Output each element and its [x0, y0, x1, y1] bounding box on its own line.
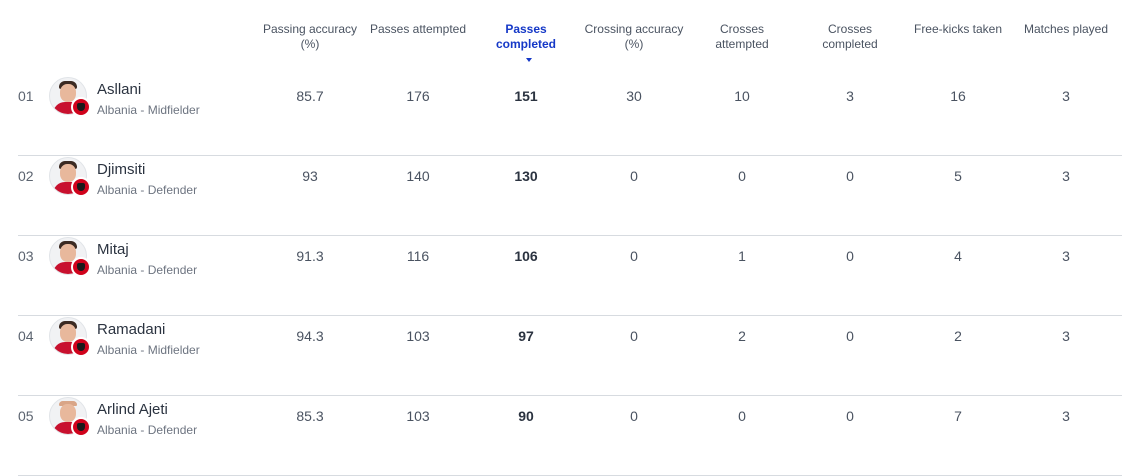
stat-crosses-attempted: 1 — [738, 248, 746, 264]
table-row[interactable]: 03 Mitaj Albania - Defender 91.3 116 106… — [18, 235, 1122, 316]
stat-passes-completed: 130 — [514, 168, 538, 184]
stat-passes-completed: 97 — [518, 328, 534, 344]
stat-matches-played: 3 — [1062, 88, 1070, 104]
stat-matches-played: 3 — [1062, 248, 1070, 264]
table-row[interactable]: 05 Arlind Ajeti Albania - Defender 85.3 … — [18, 395, 1122, 476]
column-header-crossing-accuracy[interactable]: Crossing accuracy (%) — [584, 22, 684, 52]
stat-passing-accuracy: 94.3 — [296, 328, 324, 344]
player-name[interactable]: Asllani — [97, 81, 141, 98]
rank-number: 05 — [18, 408, 34, 424]
column-header-passing-accuracy[interactable]: Passing accuracy (%) — [260, 22, 360, 52]
stat-crosses-attempted: 10 — [734, 88, 750, 104]
table-header: Passing accuracy (%) Passes attempted Pa… — [0, 0, 1144, 70]
column-header-free-kicks-taken[interactable]: Free-kicks taken — [908, 22, 1008, 37]
stat-crosses-attempted: 0 — [738, 408, 746, 424]
stat-crosses-completed: 3 — [846, 88, 854, 104]
stat-matches-played: 3 — [1062, 328, 1070, 344]
albania-flag-icon — [71, 257, 91, 277]
rank-number: 04 — [18, 328, 34, 344]
stat-crosses-attempted: 2 — [738, 328, 746, 344]
stat-matches-played: 3 — [1062, 408, 1070, 424]
stat-passes-attempted: 176 — [406, 88, 430, 104]
column-header-passes-completed[interactable]: Passes completed — [476, 22, 576, 67]
stat-passes-attempted: 103 — [406, 408, 430, 424]
stat-crosses-completed: 0 — [846, 248, 854, 264]
sort-descending-icon — [526, 57, 532, 62]
rank-number: 02 — [18, 168, 34, 184]
column-header-crosses-attempted[interactable]: Crosses attempted — [692, 22, 792, 52]
player-name[interactable]: Ramadani — [97, 321, 165, 338]
stat-crossing-accuracy: 30 — [626, 88, 642, 104]
stat-passing-accuracy: 91.3 — [296, 248, 324, 264]
stat-free-kicks-taken: 5 — [954, 168, 962, 184]
stat-passes-completed: 106 — [514, 248, 538, 264]
player-name[interactable]: Arlind Ajeti — [97, 401, 168, 418]
stat-matches-played: 3 — [1062, 168, 1070, 184]
stat-crossing-accuracy: 0 — [630, 328, 638, 344]
player-detail: Albania - Defender — [97, 263, 198, 277]
stat-crossing-accuracy: 0 — [630, 248, 638, 264]
stat-free-kicks-taken: 16 — [950, 88, 966, 104]
stat-free-kicks-taken: 2 — [954, 328, 962, 344]
table-row[interactable]: 02 Djimsiti Albania - Defender 93 140 13… — [18, 155, 1122, 236]
stat-crossing-accuracy: 0 — [630, 408, 638, 424]
stats-table: Passing accuracy (%) Passes attempted Pa… — [0, 0, 1144, 476]
player-detail: Albania - Midfielder — [97, 103, 200, 117]
table-row[interactable]: 04 Ramadani Albania - Midfielder 94.3 10… — [18, 315, 1122, 396]
stat-passes-completed: 90 — [518, 408, 534, 424]
stat-passing-accuracy: 85.3 — [296, 408, 324, 424]
albania-flag-icon — [71, 417, 91, 437]
stat-crosses-completed: 0 — [846, 408, 854, 424]
player-detail: Albania - Midfielder — [97, 343, 200, 357]
stat-passes-completed: 151 — [514, 88, 538, 104]
albania-flag-icon — [71, 177, 91, 197]
table-row[interactable]: 01 Asllani Albania - Midfielder 85.7 176… — [18, 75, 1122, 156]
player-name[interactable]: Mitaj — [97, 241, 129, 258]
stat-crosses-attempted: 0 — [738, 168, 746, 184]
albania-flag-icon — [71, 337, 91, 357]
column-header-crosses-completed[interactable]: Crosses completed — [800, 22, 900, 52]
stat-passing-accuracy: 85.7 — [296, 88, 324, 104]
stat-passes-attempted: 116 — [406, 248, 430, 264]
rank-number: 01 — [18, 88, 34, 104]
player-detail: Albania - Defender — [97, 423, 198, 437]
column-header-passes-attempted[interactable]: Passes attempted — [368, 22, 468, 37]
column-header-matches-played[interactable]: Matches played — [1016, 22, 1116, 37]
player-name[interactable]: Djimsiti — [97, 161, 145, 178]
stat-passes-attempted: 140 — [406, 168, 430, 184]
stat-free-kicks-taken: 4 — [954, 248, 962, 264]
albania-flag-icon — [71, 97, 91, 117]
stat-crossing-accuracy: 0 — [630, 168, 638, 184]
stat-passing-accuracy: 93 — [302, 168, 318, 184]
rank-number: 03 — [18, 248, 34, 264]
player-detail: Albania - Defender — [97, 183, 198, 197]
stat-crosses-completed: 0 — [846, 168, 854, 184]
stat-free-kicks-taken: 7 — [954, 408, 962, 424]
stat-crosses-completed: 0 — [846, 328, 854, 344]
stat-passes-attempted: 103 — [406, 328, 430, 344]
